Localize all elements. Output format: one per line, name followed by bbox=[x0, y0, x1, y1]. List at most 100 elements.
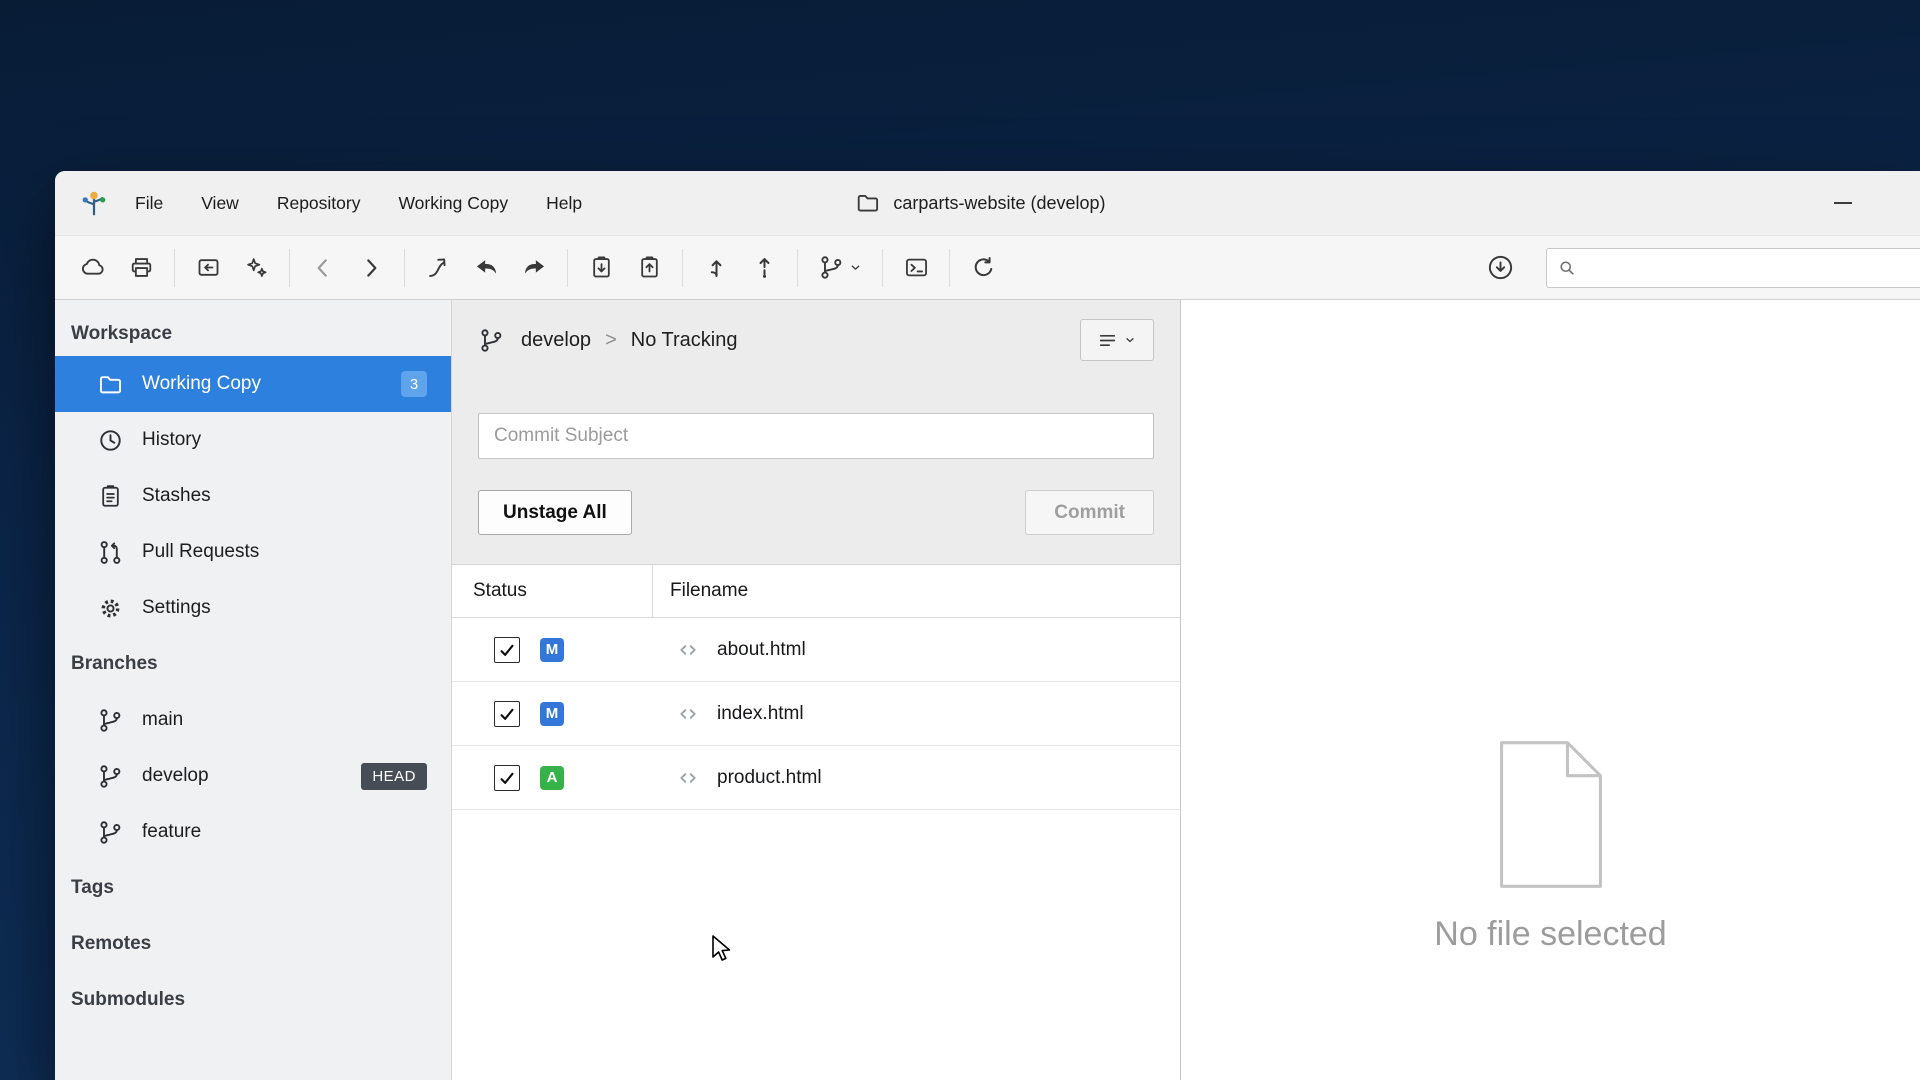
filename: product.html bbox=[717, 767, 822, 789]
branch-label: develop bbox=[142, 765, 209, 787]
toolbar-separator bbox=[174, 249, 175, 287]
sidebar-branch-feature[interactable]: feature bbox=[55, 804, 451, 860]
sidebar: Workspace Working Copy 3 History Stashes bbox=[55, 300, 452, 1080]
code-file-icon bbox=[675, 765, 701, 791]
toolbar-separator bbox=[404, 249, 405, 287]
refresh-icon[interactable] bbox=[959, 245, 1007, 291]
status-badge: A bbox=[540, 766, 564, 790]
menu-file[interactable]: File bbox=[135, 193, 163, 214]
clipboard-icon bbox=[97, 483, 124, 510]
pull-icon[interactable] bbox=[692, 245, 740, 291]
search-box[interactable] bbox=[1546, 248, 1920, 288]
push-icon[interactable] bbox=[740, 245, 788, 291]
stash-save-icon[interactable] bbox=[577, 245, 625, 291]
breadcrumb-branch[interactable]: develop bbox=[521, 329, 591, 352]
sidebar-item-working-copy[interactable]: Working Copy 3 bbox=[55, 356, 451, 412]
column-header-status: Status bbox=[452, 565, 653, 617]
sidebar-item-pull-requests[interactable]: Pull Requests bbox=[55, 524, 451, 580]
window-title-text: carparts-website (develop) bbox=[893, 193, 1105, 214]
sparkles-icon[interactable] bbox=[232, 245, 280, 291]
minimize-button[interactable] bbox=[1824, 188, 1862, 218]
table-row[interactable]: M index.html bbox=[452, 682, 1180, 746]
menu-view[interactable]: View bbox=[201, 193, 239, 214]
cloud-icon[interactable] bbox=[69, 245, 117, 291]
check-icon bbox=[497, 768, 517, 788]
forward-icon[interactable] bbox=[347, 245, 395, 291]
apply-icon[interactable] bbox=[510, 245, 558, 291]
menu-repository[interactable]: Repository bbox=[277, 193, 361, 214]
breadcrumb-separator: > bbox=[603, 329, 619, 352]
stage-checkbox[interactable] bbox=[494, 637, 520, 663]
code-file-icon bbox=[675, 637, 701, 663]
remotes-header[interactable]: Remotes bbox=[55, 916, 451, 972]
stage-checkbox[interactable] bbox=[494, 701, 520, 727]
branch-icon bbox=[97, 763, 124, 790]
search-input[interactable] bbox=[1585, 258, 1920, 278]
printer-icon[interactable] bbox=[117, 245, 165, 291]
check-icon bbox=[497, 704, 517, 724]
commit-panel: develop > No Tracking Unstage All Commit bbox=[452, 300, 1181, 1080]
search-icon bbox=[1557, 258, 1577, 278]
toolbar bbox=[55, 235, 1920, 300]
branch-menu-icon[interactable] bbox=[807, 245, 873, 291]
branch-icon bbox=[97, 819, 124, 846]
sidebar-item-label: Working Copy bbox=[142, 373, 261, 395]
staged-files-table: Status Filename M about.html bbox=[452, 565, 1180, 1080]
head-badge: HEAD bbox=[361, 763, 427, 790]
terminal-icon[interactable] bbox=[892, 245, 940, 291]
table-header: Status Filename bbox=[452, 565, 1180, 618]
commit-button[interactable]: Commit bbox=[1025, 490, 1154, 535]
toolbar-separator bbox=[289, 249, 290, 287]
unstage-all-button[interactable]: Unstage All bbox=[478, 490, 632, 535]
table-row[interactable]: M about.html bbox=[452, 618, 1180, 682]
tags-header[interactable]: Tags bbox=[55, 860, 451, 916]
toolbar-separator bbox=[567, 249, 568, 287]
pull-request-icon bbox=[97, 539, 124, 566]
workspace-header: Workspace bbox=[55, 312, 451, 356]
back-icon[interactable] bbox=[299, 245, 347, 291]
stash-pop-icon[interactable] bbox=[625, 245, 673, 291]
sidebar-item-label: Stashes bbox=[142, 485, 211, 507]
menu-help[interactable]: Help bbox=[546, 193, 582, 214]
download-icon[interactable] bbox=[1476, 245, 1524, 291]
sidebar-item-settings[interactable]: Settings bbox=[55, 580, 451, 636]
sidebar-item-history[interactable]: History bbox=[55, 412, 451, 468]
clock-icon bbox=[97, 427, 124, 454]
app-icon bbox=[79, 188, 109, 218]
hamburger-icon bbox=[1099, 333, 1116, 348]
branch-label: feature bbox=[142, 821, 201, 843]
toolbar-separator bbox=[949, 249, 950, 287]
titlebar: File View Repository Working Copy Help c… bbox=[55, 171, 1920, 235]
menubar: File View Repository Working Copy Help bbox=[135, 193, 582, 214]
submodules-header[interactable]: Submodules bbox=[55, 972, 451, 1028]
commit-subject-input[interactable] bbox=[478, 413, 1154, 459]
checkout-icon[interactable] bbox=[414, 245, 462, 291]
sidebar-branch-main[interactable]: main bbox=[55, 692, 451, 748]
filename: index.html bbox=[717, 703, 804, 725]
discard-icon[interactable] bbox=[462, 245, 510, 291]
status-badge: M bbox=[540, 702, 564, 726]
stage-checkbox[interactable] bbox=[494, 765, 520, 791]
empty-document-icon bbox=[1492, 738, 1610, 891]
open-tab-icon[interactable] bbox=[184, 245, 232, 291]
branch-icon bbox=[97, 707, 124, 734]
filename: about.html bbox=[717, 639, 806, 661]
sidebar-item-stashes[interactable]: Stashes bbox=[55, 468, 451, 524]
branch-label: main bbox=[142, 709, 183, 731]
branch-icon bbox=[478, 327, 505, 354]
chevron-down-icon bbox=[1124, 334, 1136, 346]
toolbar-separator bbox=[882, 249, 883, 287]
app-window: File View Repository Working Copy Help c… bbox=[55, 171, 1920, 1080]
menu-working-copy[interactable]: Working Copy bbox=[398, 193, 508, 214]
sidebar-branch-develop[interactable]: develop HEAD bbox=[55, 748, 451, 804]
toolbar-separator bbox=[797, 249, 798, 287]
table-row[interactable]: A product.html bbox=[452, 746, 1180, 810]
sidebar-item-label: Pull Requests bbox=[142, 541, 259, 563]
breadcrumb-tracking-status: No Tracking bbox=[631, 329, 738, 352]
window-title: carparts-website (develop) bbox=[854, 171, 1105, 235]
view-options-button[interactable] bbox=[1080, 319, 1154, 361]
chevron-down-icon bbox=[849, 261, 862, 274]
folder-icon bbox=[97, 371, 124, 398]
gear-icon bbox=[97, 595, 124, 622]
file-preview-panel: No file selected bbox=[1181, 300, 1920, 1080]
